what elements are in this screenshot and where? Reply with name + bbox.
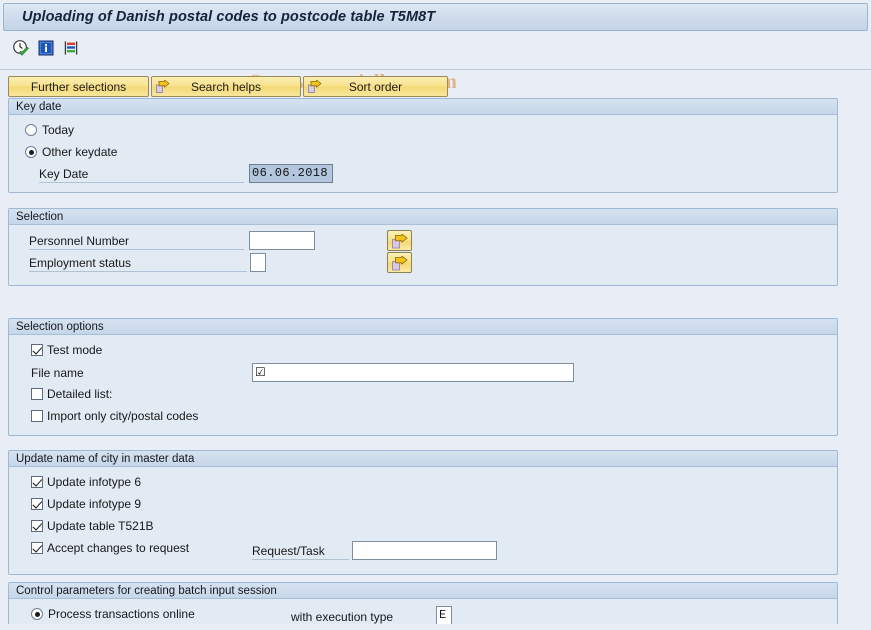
key-date-group: Key date Today Other keydate Key Date 06… bbox=[8, 98, 838, 193]
further-selections-button[interactable]: Further selections bbox=[8, 76, 149, 97]
yellow-arrow-icon bbox=[156, 79, 170, 94]
update-city-group: Update name of city in master data Updat… bbox=[8, 450, 838, 575]
further-selections-label: Further selections bbox=[30, 79, 127, 94]
toolbar-separator bbox=[0, 69, 871, 70]
checkbox-import-only-indicator bbox=[31, 410, 43, 422]
checkbox-test-mode[interactable]: Test mode bbox=[31, 343, 102, 357]
checkbox-update-infotype-6-label: Update infotype 6 bbox=[47, 475, 142, 489]
search-helps-label: Search helps bbox=[190, 79, 262, 94]
radio-process-online-indicator bbox=[31, 608, 43, 620]
checkbox-update-infotype-9-indicator bbox=[31, 498, 43, 510]
selection-group: Selection Personnel Number Employment st… bbox=[8, 208, 838, 286]
key-date-group-title: Key date bbox=[9, 99, 837, 115]
key-date-label: Key Date bbox=[39, 167, 244, 183]
radio-process-online-label: Process transactions online bbox=[48, 607, 195, 621]
checkbox-detailed-list[interactable]: Detailed list: bbox=[31, 387, 112, 401]
checkbox-test-mode-label: Test mode bbox=[47, 343, 103, 357]
checkbox-accept-changes-to-request[interactable]: Accept changes to request bbox=[31, 541, 189, 555]
information-icon[interactable] bbox=[37, 39, 55, 57]
checkbox-import-only-city-postal-codes[interactable]: Import only city/postal codes bbox=[31, 409, 198, 423]
page-title: Uploading of Danish postal codes to post… bbox=[22, 9, 436, 25]
key-date-input[interactable]: 06.06.2018 bbox=[249, 164, 333, 183]
checkbox-accept-changes-label: Accept changes to request bbox=[47, 541, 190, 555]
checkbox-update-infotype-6-indicator bbox=[31, 476, 43, 488]
request-task-input[interactable] bbox=[352, 541, 497, 560]
control-parameters-group: Control parameters for creating batch in… bbox=[8, 582, 838, 630]
search-helps-button[interactable]: Search helps bbox=[151, 76, 301, 97]
personnel-number-input[interactable] bbox=[249, 231, 315, 250]
file-name-input[interactable] bbox=[252, 363, 574, 382]
personnel-number-multiple-selection-button[interactable] bbox=[387, 230, 412, 251]
checkbox-import-only-label: Import only city/postal codes bbox=[47, 409, 199, 423]
checkbox-detailed-list-indicator bbox=[31, 388, 43, 400]
checkbox-update-infotype-9-label: Update infotype 9 bbox=[47, 497, 142, 511]
execute-clock-check-icon[interactable] bbox=[12, 39, 30, 57]
radio-other-keydate-indicator bbox=[25, 146, 37, 158]
checkbox-accept-changes-indicator bbox=[31, 542, 43, 554]
sort-order-button[interactable]: Sort order bbox=[303, 76, 448, 97]
checkbox-update-table-t521b[interactable]: Update table T521B bbox=[31, 519, 154, 533]
radio-other-keydate[interactable]: Other keydate bbox=[25, 145, 117, 159]
employment-status-label: Employment status bbox=[29, 256, 247, 272]
checkbox-update-table-indicator bbox=[31, 520, 43, 532]
checkbox-test-mode-indicator bbox=[31, 344, 43, 356]
radio-other-keydate-label: Other keydate bbox=[42, 145, 118, 159]
employment-status-input[interactable] bbox=[250, 253, 266, 272]
control-parameters-group-title: Control parameters for creating batch in… bbox=[9, 583, 837, 599]
checkbox-detailed-list-label: Detailed list: bbox=[47, 387, 113, 401]
radio-today[interactable]: Today bbox=[25, 123, 74, 137]
selection-screen-button-row: Further selections Search helps Sort ord… bbox=[8, 76, 448, 97]
file-name-label: File name bbox=[31, 366, 84, 380]
selection-group-title: Selection bbox=[9, 209, 837, 225]
checkbox-update-infotype-9[interactable]: Update infotype 9 bbox=[31, 497, 141, 511]
yellow-arrow-icon bbox=[308, 79, 322, 94]
radio-today-indicator bbox=[25, 124, 37, 136]
execution-type-input[interactable]: E bbox=[436, 606, 452, 625]
selection-options-group-title: Selection options bbox=[9, 319, 837, 335]
selection-options-group: Selection options Test mode File name De… bbox=[8, 318, 838, 436]
checkbox-update-table-label: Update table T521B bbox=[47, 519, 154, 533]
radio-today-label: Today bbox=[42, 123, 75, 137]
sort-order-label: Sort order bbox=[348, 79, 403, 94]
application-toolbar: © www.tutorialkart.com bbox=[0, 33, 871, 93]
employment-status-multiple-selection-button[interactable] bbox=[387, 252, 412, 273]
window-title-bar: Uploading of Danish postal codes to post… bbox=[3, 3, 868, 31]
variant-list-icon[interactable] bbox=[62, 39, 80, 57]
radio-process-transactions-online[interactable]: Process transactions online bbox=[31, 607, 195, 621]
request-task-label: Request/Task bbox=[252, 544, 349, 560]
checkbox-update-infotype-6[interactable]: Update infotype 6 bbox=[31, 475, 141, 489]
personnel-number-label: Personnel Number bbox=[29, 234, 244, 250]
update-city-group-title: Update name of city in master data bbox=[9, 451, 837, 467]
bottom-strip bbox=[0, 624, 871, 630]
